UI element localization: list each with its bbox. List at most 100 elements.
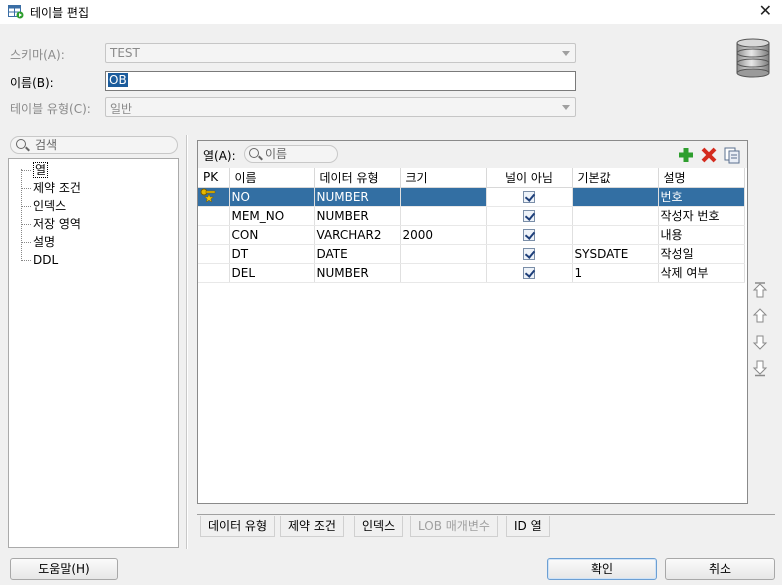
tree-item-ddl[interactable]: DDL (21, 251, 58, 269)
not-null-cell[interactable] (486, 244, 573, 264)
left-search-placeholder: 검색 (35, 138, 58, 152)
column-search-placeholder: 이름 (265, 147, 288, 161)
tab-data-type[interactable]: 데이터 유형 (200, 516, 276, 537)
not-null-checkbox[interactable] (523, 267, 535, 279)
cancel-button[interactable]: 취소 (665, 558, 775, 580)
search-icon (16, 139, 26, 149)
chevron-down-icon (562, 51, 570, 56)
tree-item-comment[interactable]: 설명 (21, 233, 55, 251)
table-row[interactable]: CON VARCHAR2 2000 내용 (198, 225, 745, 245)
pk-cell[interactable] (198, 244, 230, 264)
not-null-cell[interactable] (486, 206, 573, 226)
name-label: 이름(B): (10, 76, 54, 90)
data-type-cell[interactable]: NUMBER (314, 187, 401, 207)
tree-item-indexes[interactable]: 인덱스 (21, 197, 66, 215)
close-icon[interactable]: ✕ (759, 1, 772, 20)
table-name-input[interactable]: OB (105, 71, 576, 91)
table-row[interactable]: DT DATE SYSDATE 작성일 (198, 244, 745, 264)
pk-cell[interactable] (198, 187, 230, 207)
not-null-cell[interactable] (486, 225, 573, 245)
columns-panel: 열(A): 이름 PK 이름 데이터 유형 크기 널이 아님 기본값 설명 NO… (197, 140, 748, 504)
header-pk[interactable]: PK (198, 168, 230, 188)
data-type-cell[interactable]: DATE (314, 244, 401, 264)
size-cell[interactable] (400, 206, 487, 226)
table-type-select: 일반 (105, 97, 576, 117)
tab-indexes[interactable]: 인덱스 (354, 516, 404, 537)
default-cell[interactable] (572, 206, 659, 226)
table-name-value: OB (108, 73, 128, 87)
default-cell[interactable] (572, 225, 659, 245)
left-search-input[interactable]: 검색 (10, 136, 178, 154)
schema-label: 스키마(A): (10, 48, 65, 62)
name-cell[interactable]: DEL (229, 263, 315, 283)
pk-cell[interactable] (198, 263, 230, 283)
comment-cell[interactable]: 작성일 (658, 244, 745, 264)
size-cell[interactable] (400, 244, 487, 264)
table-type-value: 일반 (110, 102, 133, 116)
header-size[interactable]: 크기 (400, 168, 487, 188)
move-up-icon[interactable] (752, 307, 768, 325)
table-edit-icon (8, 5, 24, 19)
default-cell[interactable]: SYSDATE (572, 244, 659, 264)
move-bottom-icon[interactable] (752, 359, 768, 377)
comment-cell[interactable]: 내용 (658, 225, 745, 245)
size-cell[interactable] (400, 263, 487, 283)
comment-cell[interactable]: 번호 (658, 187, 745, 207)
schema-value: TEST (110, 46, 140, 60)
primary-key-icon (200, 188, 216, 202)
name-cell[interactable]: NO (229, 187, 315, 207)
database-icon (736, 38, 770, 78)
help-button[interactable]: 도움말(H) (10, 558, 118, 580)
tab-constraints[interactable]: 제약 조건 (280, 516, 344, 537)
not-null-cell[interactable] (486, 187, 573, 207)
tree-item-columns[interactable]: 열 (21, 161, 49, 179)
name-cell[interactable]: CON (229, 225, 315, 245)
table-row[interactable]: NO NUMBER 번호 (198, 187, 745, 207)
chevron-down-icon (562, 105, 570, 110)
search-icon (249, 148, 259, 158)
column-search-input[interactable]: 이름 (244, 145, 338, 163)
data-type-cell[interactable]: NUMBER (314, 206, 401, 226)
table-row[interactable]: DEL NUMBER 1 삭제 여부 (198, 263, 745, 283)
not-null-cell[interactable] (486, 263, 573, 283)
reorder-buttons (752, 281, 770, 385)
default-cell[interactable] (572, 187, 659, 207)
not-null-checkbox[interactable] (523, 210, 535, 222)
header-not-null[interactable]: 널이 아님 (486, 168, 573, 188)
not-null-checkbox[interactable] (523, 248, 535, 260)
header-default[interactable]: 기본값 (572, 168, 659, 188)
tab-lob-parameters: LOB 매개변수 (410, 516, 498, 537)
panel-splitter[interactable] (186, 135, 188, 549)
comment-cell[interactable]: 삭제 여부 (658, 263, 745, 283)
ok-button[interactable]: 확인 (547, 558, 657, 580)
column-properties-tabs: 데이터 유형 제약 조건 인덱스 LOB 매개변수 ID 열 (197, 514, 775, 538)
name-cell[interactable]: DT (229, 244, 315, 264)
title-bar: 테이블 편집 ✕ (0, 0, 782, 24)
size-cell[interactable]: 2000 (400, 225, 487, 245)
navigation-tree: 열 제약 조건 인덱스 저장 영역 설명 DDL (8, 158, 179, 548)
size-cell[interactable] (400, 187, 487, 207)
not-null-checkbox[interactable] (523, 229, 535, 241)
tree-item-constraints[interactable]: 제약 조건 (21, 179, 81, 197)
table-row[interactable]: MEM_NO NUMBER 작성자 번호 (198, 206, 745, 226)
comment-cell[interactable]: 작성자 번호 (658, 206, 745, 226)
data-type-cell[interactable]: NUMBER (314, 263, 401, 283)
move-top-icon[interactable] (752, 281, 768, 299)
name-cell[interactable]: MEM_NO (229, 206, 315, 226)
pk-cell[interactable] (198, 206, 230, 226)
columns-table: PK 이름 데이터 유형 크기 널이 아님 기본값 설명 NO NUMBER 번… (198, 168, 745, 283)
columns-label: 열(A): (203, 149, 236, 163)
delete-column-icon[interactable] (700, 146, 718, 164)
tree-item-storage[interactable]: 저장 영역 (21, 215, 81, 233)
header-comment[interactable]: 설명 (658, 168, 745, 188)
header-name[interactable]: 이름 (229, 168, 315, 188)
copy-column-icon[interactable] (723, 146, 741, 164)
data-type-cell[interactable]: VARCHAR2 (314, 225, 401, 245)
pk-cell[interactable] (198, 225, 230, 245)
move-down-icon[interactable] (752, 333, 768, 351)
default-cell[interactable]: 1 (572, 263, 659, 283)
header-data-type[interactable]: 데이터 유형 (314, 168, 401, 188)
tab-identity-column[interactable]: ID 열 (506, 516, 550, 537)
not-null-checkbox[interactable] (523, 191, 535, 203)
add-column-icon[interactable] (677, 146, 695, 164)
